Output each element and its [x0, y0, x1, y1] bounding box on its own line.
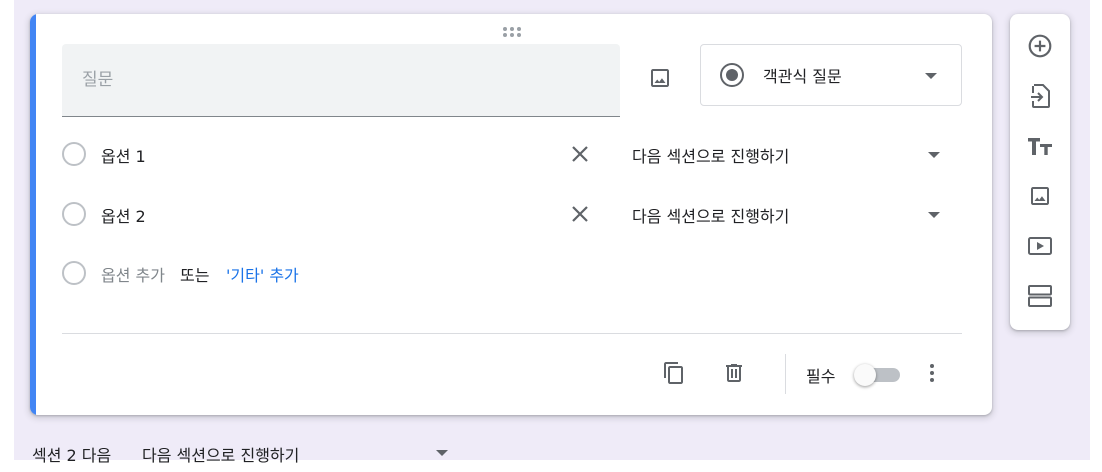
add-image-tool-button[interactable] [1024, 180, 1056, 212]
add-title-button[interactable] [1024, 130, 1056, 162]
chevron-down-icon [928, 152, 940, 158]
question-card[interactable]: 객관식 질문 옵션 1 다음 섹션으로 진행하기 옵션 2 [30, 14, 992, 415]
option-row: 옵션 2 다음 섹션으로 진행하기 [62, 194, 962, 234]
radio-button-icon [62, 202, 86, 226]
add-video-button[interactable] [1024, 230, 1056, 262]
chevron-down-icon [928, 212, 940, 218]
add-question-button[interactable] [1024, 30, 1056, 62]
title-icon [1028, 138, 1052, 155]
more-options-button[interactable] [916, 357, 948, 389]
add-other-link[interactable]: '기타' 추가 [226, 262, 299, 286]
toggle-thumb [854, 364, 876, 386]
duplicate-button[interactable] [658, 357, 690, 389]
required-label: 필수 [806, 367, 836, 386]
question-type-dropdown[interactable]: 객관식 질문 [700, 44, 962, 106]
delete-button[interactable] [718, 357, 750, 389]
question-type-label: 객관식 질문 [763, 67, 842, 86]
form-canvas: 객관식 질문 옵션 1 다음 섹션으로 진행하기 옵션 2 [14, 0, 1090, 465]
chevron-down-icon [925, 73, 937, 79]
close-icon [572, 206, 588, 222]
goto-section-label: 다음 섹션으로 진행하기 [632, 147, 790, 166]
image-icon [651, 69, 669, 87]
section-after-label: 섹션 2 다음 [32, 446, 112, 465]
add-section-button[interactable] [1024, 280, 1056, 312]
required-toggle[interactable] [854, 364, 902, 386]
section-goto-dropdown[interactable]: 다음 섹션으로 진행하기 [142, 442, 299, 466]
chevron-down-icon[interactable] [436, 450, 448, 456]
add-option-link[interactable]: 옵션 추가 [101, 262, 165, 286]
section-icon [1028, 285, 1052, 307]
add-circle-icon [1028, 34, 1052, 58]
card-accent-bar [30, 14, 36, 415]
radio-checked-icon [720, 63, 744, 87]
import-questions-button[interactable] [1024, 80, 1056, 112]
more-vert-icon [930, 364, 934, 382]
drag-handle-icon[interactable] [501, 23, 523, 37]
option-label[interactable]: 옵션 1 [101, 143, 146, 167]
copy-icon [664, 362, 683, 384]
image-icon [1031, 187, 1049, 205]
option-row: 옵션 1 다음 섹션으로 진행하기 [62, 134, 962, 174]
footer-vertical-divider [785, 354, 786, 394]
add-or-text: 또는 [180, 266, 210, 285]
goto-section-dropdown[interactable]: 다음 섹션으로 진행하기 [632, 134, 962, 174]
video-icon [1028, 237, 1052, 255]
radio-button-icon [62, 142, 86, 166]
import-icon [1031, 84, 1050, 108]
goto-section-dropdown[interactable]: 다음 섹션으로 진행하기 [632, 194, 962, 234]
add-option-row: 옵션 추가 또는 '기타' 추가 [62, 253, 662, 293]
remove-option-button[interactable] [566, 200, 594, 228]
close-icon [572, 146, 588, 162]
option-label[interactable]: 옵션 2 [101, 203, 146, 227]
remove-option-button[interactable] [566, 140, 594, 168]
side-toolbar [1010, 14, 1070, 330]
footer-divider [62, 333, 962, 334]
trash-icon [726, 364, 742, 382]
goto-section-label: 다음 섹션으로 진행하기 [632, 207, 790, 226]
radio-button-icon [62, 261, 86, 285]
add-image-button[interactable] [642, 60, 678, 96]
section-navigation: 섹션 2 다음 다음 섹션으로 진행하기 [32, 440, 632, 472]
question-title-input[interactable] [62, 44, 620, 117]
